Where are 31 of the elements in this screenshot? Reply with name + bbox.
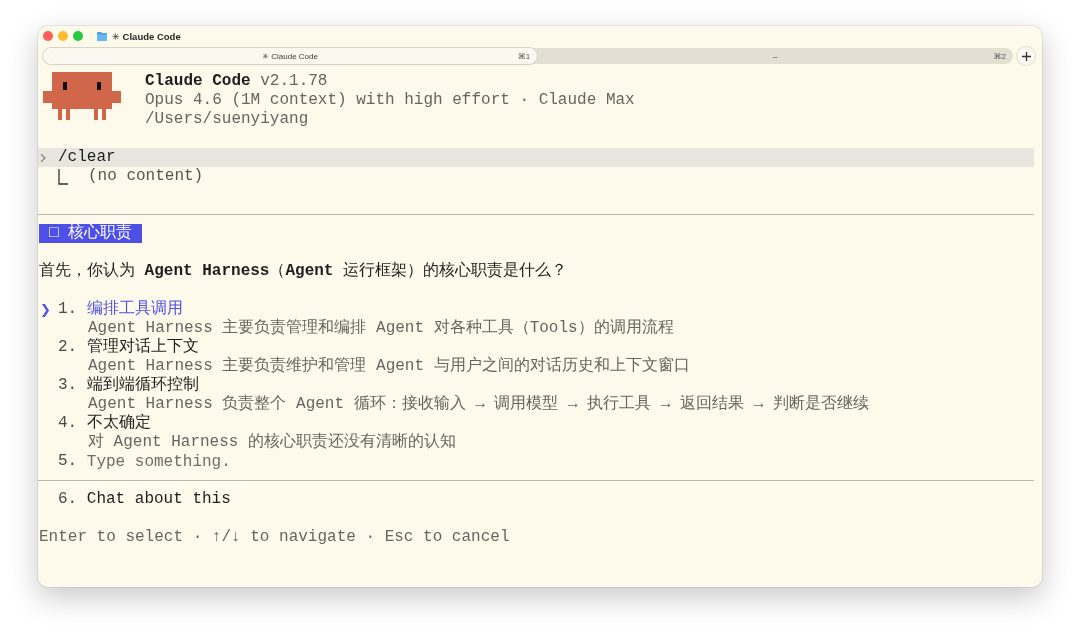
prompt-chevron-icon <box>40 152 46 163</box>
answer-option[interactable]: 3. 端到端循环控制 <box>39 376 199 395</box>
option-description: 对 Agent Harness 的核心职责还没有清晰的认知 <box>88 433 457 452</box>
option-description: Agent Harness 主要负责管理和编排 Agent 对各种工具（Tools）的调用流程 <box>88 319 674 337</box>
answer-option[interactable]: 6. Chat about this <box>39 490 231 509</box>
option-description: Agent Harness 主要负责维护和管理 Agent 与用户之间的对话历史和上下文窗口 <box>88 357 690 376</box>
command-output: (no content) <box>88 167 204 186</box>
answer-option[interactable]: ❯ 1. 编排工具调用 <box>39 300 183 319</box>
working-directory: /Users/suenyiyang <box>145 110 309 129</box>
folder-icon <box>97 31 107 41</box>
version-label: v2.1.78 <box>260 72 328 91</box>
window-title: ✳ Claude Code <box>112 30 181 42</box>
tree-branch-icon <box>58 168 68 185</box>
app-name: Claude Code <box>145 72 251 91</box>
terminal-tab[interactable]: – ⌘2 <box>537 48 1013 64</box>
command-text: /clear <box>58 148 116 167</box>
answer-option[interactable]: 2. 管理对话上下文 <box>39 338 199 357</box>
answer-option[interactable]: 4. 不太确定 <box>39 414 151 433</box>
keyboard-hint: Enter to select · ↑/↓ to navigate · Esc to cancel <box>39 528 510 547</box>
model-info: Opus 4.6 (1M context) with high effort · Claude Max <box>145 91 635 110</box>
answer-option[interactable]: 5. Type something. <box>39 452 236 471</box>
question-tag: □ 核心职责 <box>39 224 143 243</box>
terminal-tab[interactable]: ✳ Claude Code ⌘1 <box>43 48 538 64</box>
zoom-button[interactable] <box>73 31 83 41</box>
close-button[interactable] <box>43 31 53 41</box>
new-tab-button[interactable] <box>1017 47 1035 65</box>
question-text: 首先，你认为 Agent Harness（Agent 运行框架）的核心职责是什么？ <box>39 262 568 281</box>
plus-icon <box>1021 51 1031 61</box>
minimize-button[interactable] <box>58 31 68 41</box>
answer-input-field[interactable]: Type something. <box>86 452 236 471</box>
option-description: Agent Harness 负责整个 Agent 循环：接收输入 → 调用模型 → 执行工具 → 返回结果 → 判断是否继续 <box>88 395 869 414</box>
